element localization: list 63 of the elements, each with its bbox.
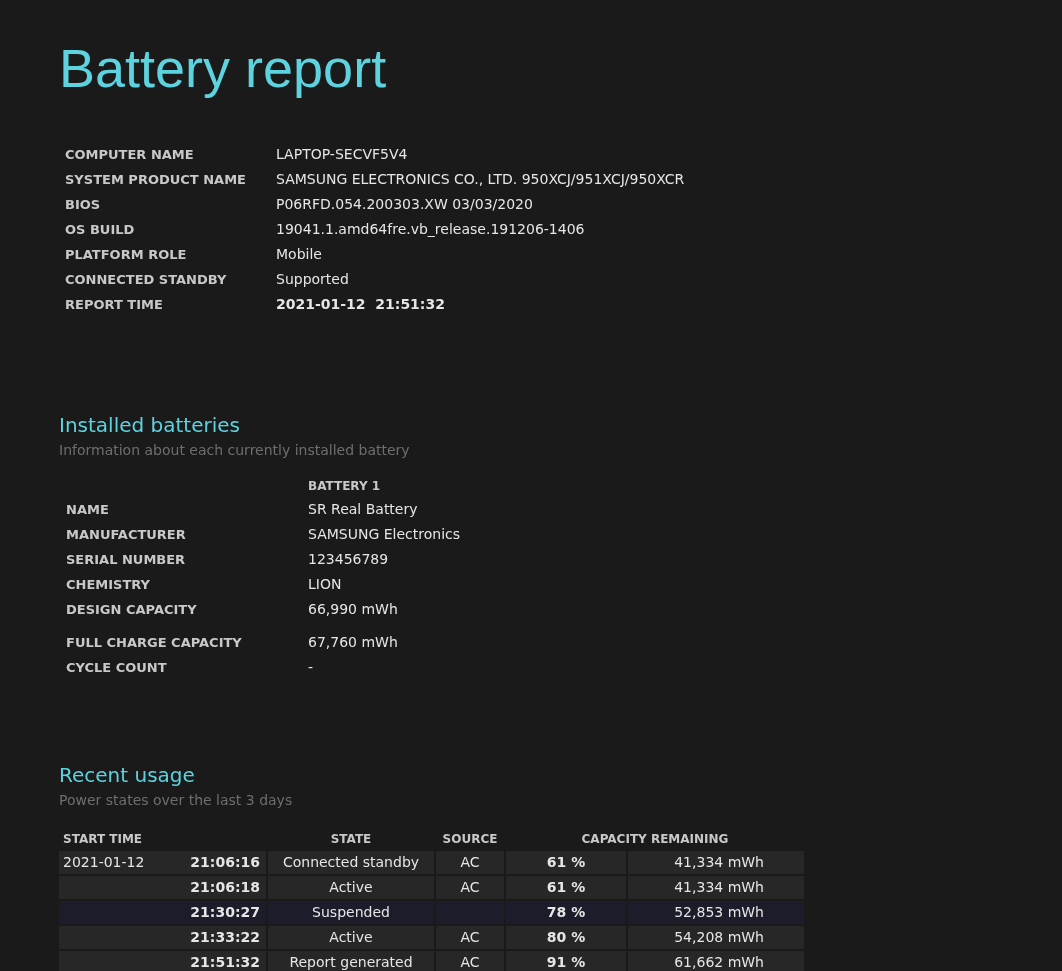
battery-label: MANUFACTURER — [66, 525, 187, 544]
column-header: CAPACITY REMAINING — [580, 831, 730, 848]
section-subtitle: Power states over the last 3 days — [59, 791, 293, 810]
column-header: START TIME — [62, 831, 144, 848]
table-cell: Suspended — [268, 901, 434, 924]
info-value: LAPTOP-SECVF5V4 — [276, 145, 408, 164]
info-value: SAMSUNG ELECTRONICS CO., LTD. 950XCJ/951XCJ/950XCR — [276, 170, 685, 189]
date-text: 2021-01-12 — [63, 853, 145, 872]
time-text: 21:06:16 — [190, 853, 260, 872]
time-text: 21:30:27 — [190, 903, 260, 922]
column-header: SOURCE — [441, 831, 499, 848]
table-cell: Connected standby — [268, 851, 434, 874]
info-label: CONNECTED STANDBY — [65, 270, 228, 289]
table-cell: Report generated — [268, 951, 434, 971]
table-cell: 52,853 mWh — [628, 901, 804, 924]
info-value: Supported — [276, 270, 349, 289]
info-label: REPORT TIME — [65, 295, 164, 314]
table-cell: 80 % — [506, 926, 626, 949]
column-header: BATTERY 1 — [308, 478, 381, 495]
info-label: COMPUTER NAME — [65, 145, 195, 164]
table-cell: 54,208 mWh — [628, 926, 804, 949]
battery-label: CYCLE COUNT — [66, 658, 168, 677]
battery-value: SR Real Battery — [308, 500, 418, 519]
battery-value: LION — [308, 575, 342, 594]
info-value: 19041.1.amd64fre.vb_release.191206-1406 — [276, 220, 585, 239]
battery-value: 123456789 — [308, 550, 389, 569]
table-cell: Active — [268, 926, 434, 949]
section-subtitle: Information about each currently installed battery — [59, 441, 410, 460]
table-cell: AC — [436, 876, 504, 899]
table-cell: AC — [436, 851, 504, 874]
table-cell: 41,334 mWh — [628, 851, 804, 874]
info-label: SYSTEM PRODUCT NAME — [65, 170, 247, 189]
table-cell: 91 % — [506, 951, 626, 971]
report-title: Battery report — [59, 37, 387, 100]
battery-label: CHEMISTRY — [66, 575, 152, 594]
info-label: OS BUILD — [65, 220, 136, 239]
time-text: 21:06:18 — [190, 878, 260, 897]
table-cell: 61,662 mWh — [628, 951, 804, 971]
battery-value: SAMSUNG Electronics — [308, 525, 460, 544]
table-cell: AC — [436, 926, 504, 949]
info-label: BIOS — [65, 195, 102, 214]
info-value: P06RFD.054.200303.XW 03/03/2020 — [276, 195, 533, 214]
battery-value: 66,990 mWh — [308, 600, 398, 619]
battery-value: - — [308, 658, 314, 677]
battery-value: 67,760 mWh — [308, 633, 398, 652]
battery-label: SERIAL NUMBER — [66, 550, 187, 569]
table-cell: 41,334 mWh — [628, 876, 804, 899]
info-label: PLATFORM ROLE — [65, 245, 188, 264]
table-cell: 61 % — [506, 851, 626, 874]
battery-label: NAME — [66, 500, 110, 519]
table-cell: 61 % — [506, 876, 626, 899]
info-value: 2021-01-12 21:51:32 — [276, 295, 445, 314]
section-heading: Recent usage — [59, 762, 195, 789]
table-cell: 78 % — [506, 901, 626, 924]
info-value: Mobile — [276, 245, 322, 264]
time-text: 21:51:32 — [190, 953, 260, 971]
table-cell: Active — [268, 876, 434, 899]
time-text: 21:33:22 — [190, 928, 260, 947]
section-heading: Installed batteries — [59, 412, 240, 439]
column-header: STATE — [329, 831, 373, 848]
battery-label: FULL CHARGE CAPACITY — [66, 633, 243, 652]
battery-label: DESIGN CAPACITY — [66, 600, 198, 619]
table-cell: AC — [436, 951, 504, 971]
